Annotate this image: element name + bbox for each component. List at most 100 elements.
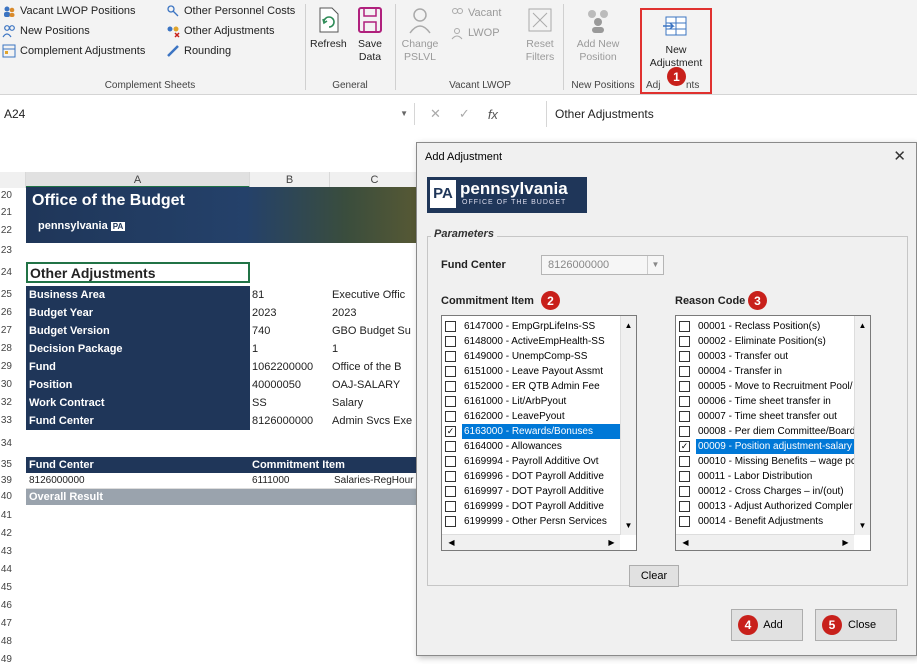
- fund-center-select[interactable]: 8126000000 ▼: [541, 255, 664, 275]
- list-item[interactable]: 00008 - Per diem Committee/Board: [676, 424, 856, 439]
- checkbox[interactable]: [679, 381, 690, 392]
- list-item[interactable]: 00010 - Missing Benefits – wage pc: [676, 454, 856, 469]
- checkbox[interactable]: [445, 516, 456, 527]
- checkbox[interactable]: [445, 366, 456, 377]
- checkbox[interactable]: [445, 321, 456, 332]
- checkbox[interactable]: [679, 426, 690, 437]
- vacant-button[interactable]: Vacant: [450, 4, 501, 22]
- vacant-lwop-positions-button[interactable]: Vacant LWOP Positions: [2, 2, 136, 20]
- list-item[interactable]: 6169994 - Payroll Additive Ovt: [442, 454, 622, 469]
- checkbox[interactable]: [679, 351, 690, 362]
- row-number[interactable]: 44: [0, 564, 14, 575]
- list-item[interactable]: 6149000 - UnempComp-SS: [442, 349, 622, 364]
- checkbox[interactable]: [445, 351, 456, 362]
- list-item[interactable]: 00001 - Reclass Position(s): [676, 319, 856, 334]
- checkbox[interactable]: [679, 501, 690, 512]
- check-icon[interactable]: ✓: [459, 106, 470, 122]
- checkbox[interactable]: [445, 471, 456, 482]
- scroll-left-icon[interactable]: ◀: [678, 535, 693, 550]
- horizontal-scrollbar[interactable]: ◀ ▶: [676, 534, 854, 550]
- checkbox-checked[interactable]: ✓: [445, 426, 456, 437]
- checkbox[interactable]: [445, 456, 456, 467]
- checkbox[interactable]: [679, 516, 690, 527]
- scroll-down-icon[interactable]: ▼: [855, 518, 870, 533]
- lwop-button[interactable]: LWOP: [450, 24, 500, 42]
- other-adjustments-button[interactable]: Other Adjustments: [166, 22, 275, 40]
- function-icon[interactable]: fx: [488, 107, 498, 122]
- list-item[interactable]: 6164000 - Allowances: [442, 439, 622, 454]
- checkbox[interactable]: [445, 411, 456, 422]
- scroll-down-icon[interactable]: ▼: [621, 518, 636, 533]
- checkbox[interactable]: [445, 396, 456, 407]
- row-number[interactable]: 43: [0, 546, 14, 557]
- close-icon[interactable]: ✕: [893, 147, 906, 165]
- list-item[interactable]: 00005 - Move to Recruitment Pool/: [676, 379, 856, 394]
- list-item[interactable]: 6162000 - LeavePyout: [442, 409, 622, 424]
- checkbox[interactable]: [445, 501, 456, 512]
- list-item[interactable]: 00013 - Adjust Authorized Compler: [676, 499, 856, 514]
- list-item[interactable]: 6152000 - ER QTB Admin Fee: [442, 379, 622, 394]
- formula-input[interactable]: Other Adjustments: [546, 101, 917, 127]
- scroll-left-icon[interactable]: ◀: [444, 535, 459, 550]
- list-item[interactable]: 6169999 - DOT Payroll Additive: [442, 499, 622, 514]
- list-item[interactable]: 6147000 - EmpGrpLifeIns-SS: [442, 319, 622, 334]
- checkbox[interactable]: [445, 441, 456, 452]
- row-number[interactable]: 25: [0, 289, 14, 300]
- other-personnel-costs-button[interactable]: Other Personnel Costs: [166, 2, 295, 20]
- row-number[interactable]: 35: [0, 459, 14, 470]
- checkbox[interactable]: [679, 456, 690, 467]
- list-item[interactable]: 6169997 - DOT Payroll Additive: [442, 484, 622, 499]
- list-item[interactable]: 6199999 - Other Persn Services: [442, 514, 622, 529]
- scroll-right-icon[interactable]: ▶: [838, 535, 853, 550]
- cancel-icon[interactable]: ✕: [430, 106, 441, 122]
- checkbox[interactable]: [445, 381, 456, 392]
- row-number[interactable]: 24: [0, 267, 14, 278]
- row-number[interactable]: 39: [0, 475, 14, 486]
- list-item[interactable]: 6148000 - ActiveEmpHealth-SS: [442, 334, 622, 349]
- list-item[interactable]: 00006 - Time sheet transfer in: [676, 394, 856, 409]
- row-number[interactable]: 48: [0, 636, 14, 647]
- checkbox[interactable]: [679, 336, 690, 347]
- list-item[interactable]: 00011 - Labor Distribution: [676, 469, 856, 484]
- row-number[interactable]: 21: [0, 207, 14, 218]
- checkbox-checked[interactable]: ✓: [679, 441, 690, 452]
- column-header-b[interactable]: B: [250, 172, 330, 188]
- list-item[interactable]: 00003 - Transfer out: [676, 349, 856, 364]
- scroll-right-icon[interactable]: ▶: [604, 535, 619, 550]
- checkbox[interactable]: [679, 396, 690, 407]
- row-number[interactable]: 22: [0, 225, 14, 236]
- clear-button[interactable]: Clear: [629, 565, 679, 587]
- horizontal-scrollbar[interactable]: ◀ ▶: [442, 534, 620, 550]
- row-number[interactable]: 32: [0, 397, 14, 408]
- complement-adjustments-button[interactable]: Complement Adjustments: [2, 42, 145, 60]
- checkbox[interactable]: [679, 411, 690, 422]
- name-box[interactable]: A24 ▼: [0, 103, 415, 125]
- commitment-item-listbox[interactable]: 6147000 - EmpGrpLifeIns-SS 6148000 - Act…: [441, 315, 637, 551]
- list-item[interactable]: 00002 - Eliminate Position(s): [676, 334, 856, 349]
- save-data-button[interactable]: Save Data: [350, 4, 390, 64]
- row-number[interactable]: 23: [0, 245, 14, 256]
- row-number[interactable]: 26: [0, 307, 14, 318]
- row-number[interactable]: 40: [0, 491, 14, 502]
- checkbox[interactable]: [445, 336, 456, 347]
- vertical-scrollbar[interactable]: ▲ ▼: [620, 316, 636, 535]
- row-number[interactable]: 30: [0, 379, 14, 390]
- row-number[interactable]: 20: [0, 190, 14, 201]
- column-header-c[interactable]: C: [330, 172, 420, 188]
- row-number[interactable]: 46: [0, 600, 14, 611]
- row-number[interactable]: 27: [0, 325, 14, 336]
- checkbox[interactable]: [679, 486, 690, 497]
- column-header-a[interactable]: A: [26, 172, 250, 188]
- list-item[interactable]: 00004 - Transfer in: [676, 364, 856, 379]
- change-pslvl-button[interactable]: Change PSLVL: [400, 4, 440, 64]
- checkbox[interactable]: [679, 471, 690, 482]
- checkbox[interactable]: [679, 366, 690, 377]
- select-all-corner[interactable]: [0, 172, 26, 188]
- list-item[interactable]: 6169996 - DOT Payroll Additive: [442, 469, 622, 484]
- new-positions-button[interactable]: New Positions: [2, 22, 90, 40]
- row-number[interactable]: 34: [0, 438, 14, 449]
- row-number[interactable]: 29: [0, 361, 14, 372]
- list-item-selected[interactable]: ✓ 6163000 - Rewards/Bonuses: [442, 424, 622, 439]
- add-new-position-button[interactable]: Add New Position: [570, 4, 626, 64]
- row-number[interactable]: 33: [0, 415, 14, 426]
